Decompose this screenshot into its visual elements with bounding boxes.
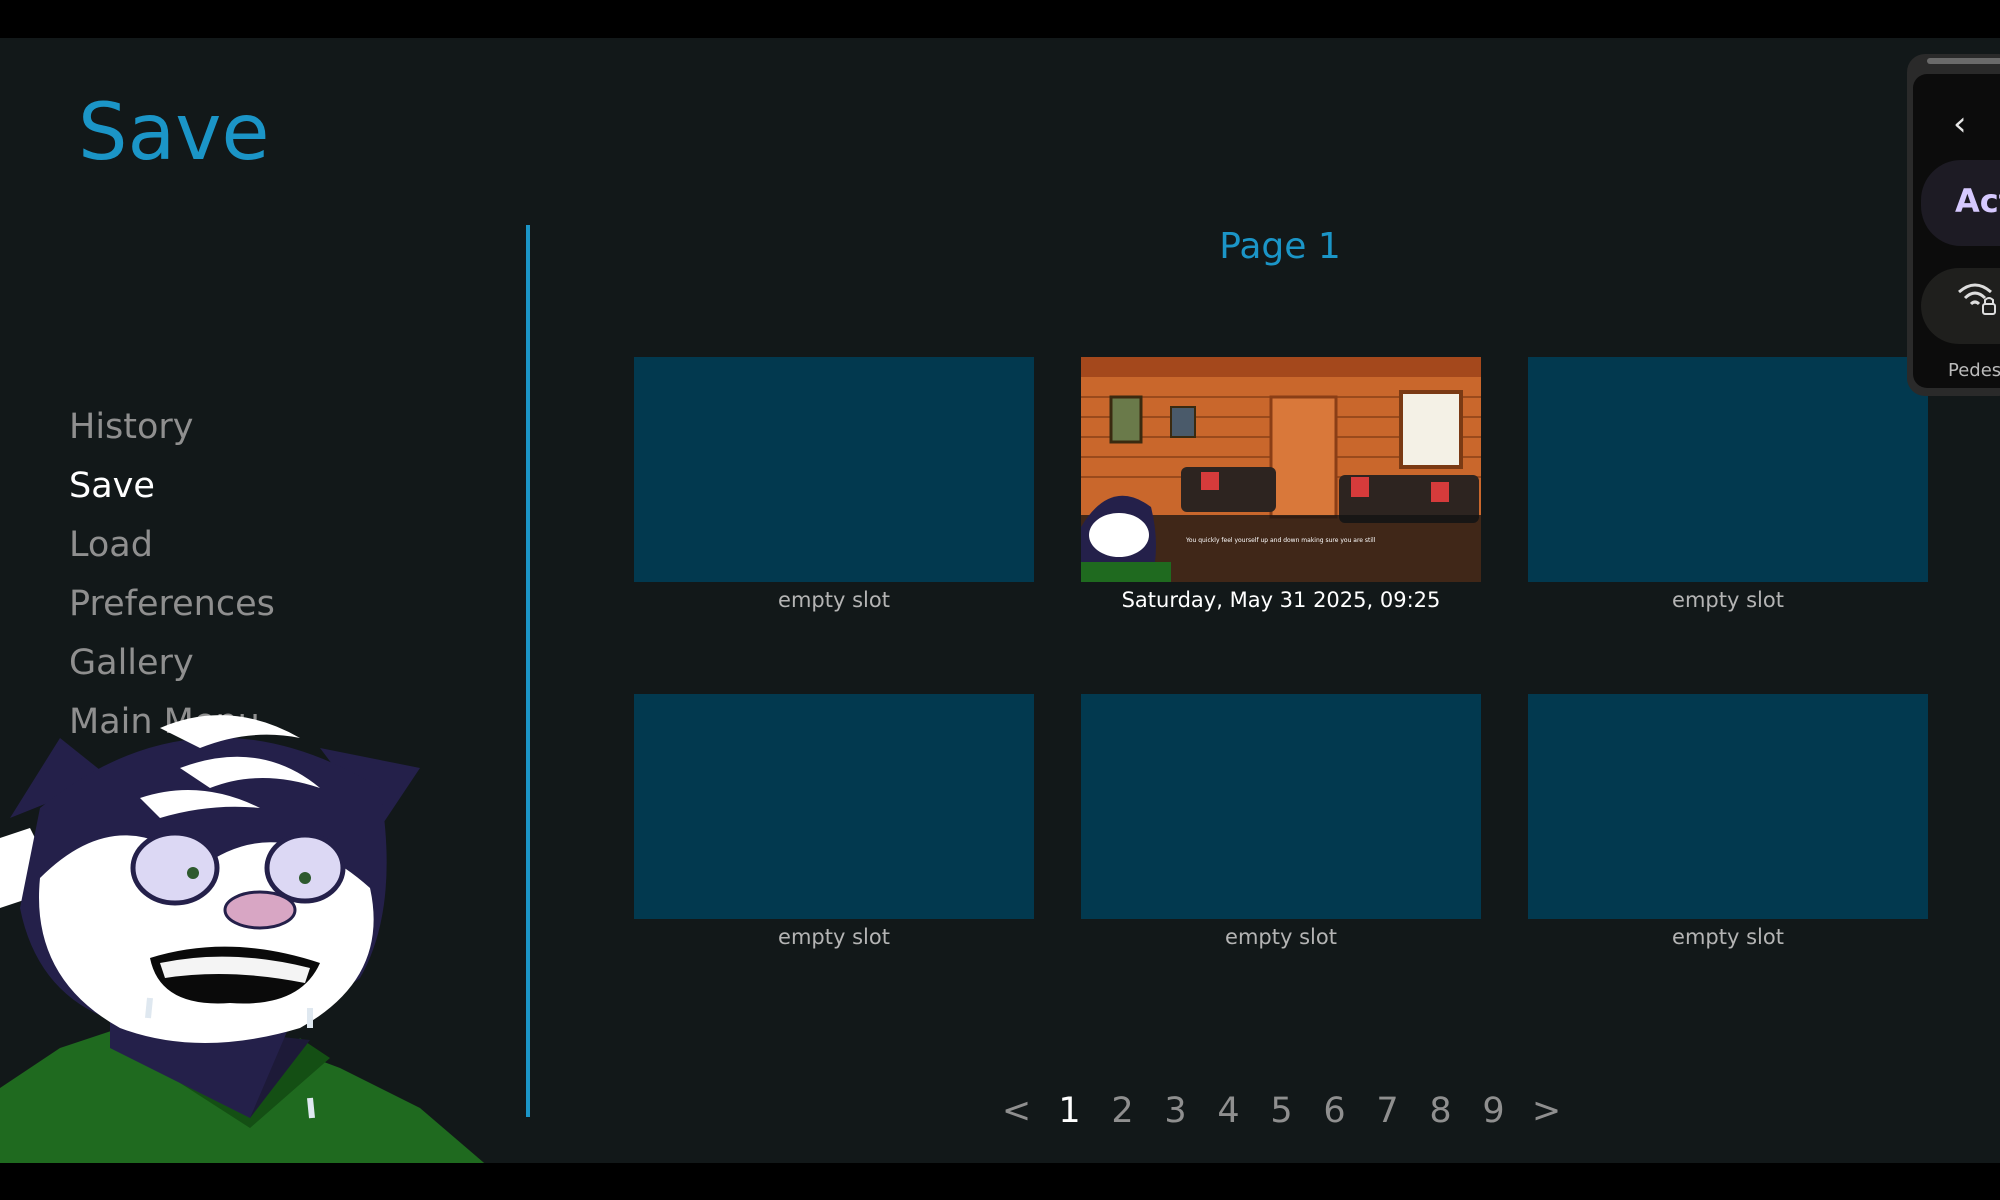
slot-thumbnail-saved: You quickly feel yourself up and down ma… xyxy=(1081,357,1481,582)
save-slot-1[interactable]: empty slot xyxy=(634,357,1034,615)
page-button-6[interactable]: 6 xyxy=(1308,1086,1361,1136)
slot-thumbnail xyxy=(1081,694,1481,919)
nav-item-history[interactable]: History xyxy=(69,398,275,457)
page-title: Page 1 xyxy=(1219,226,1341,267)
page-button-9[interactable]: 9 xyxy=(1467,1086,1520,1136)
slot-label: empty slot xyxy=(1672,588,1784,612)
page-button-8[interactable]: 8 xyxy=(1414,1086,1467,1136)
saved-scene-thumbnail: You quickly feel yourself up and down ma… xyxy=(1081,357,1481,582)
nav-item-load[interactable]: Load xyxy=(69,516,275,575)
page-navigation: < 1 2 3 4 5 6 7 8 9 > xyxy=(990,1086,1573,1136)
quick-settings-overlay: ‹ Act Pedes xyxy=(1907,54,2000,396)
save-slot-3[interactable]: empty slot xyxy=(1528,357,1928,615)
slot-label: empty slot xyxy=(778,925,890,949)
save-slot-5[interactable]: empty slot xyxy=(1081,694,1481,952)
page-button-2[interactable]: 2 xyxy=(1096,1086,1149,1136)
screen-title: Save xyxy=(78,88,270,178)
slot-label: empty slot xyxy=(1672,925,1784,949)
page-button-4[interactable]: 4 xyxy=(1202,1086,1255,1136)
save-slot-2[interactable]: You quickly feel yourself up and down ma… xyxy=(1081,357,1481,615)
page-button-5[interactable]: 5 xyxy=(1255,1086,1308,1136)
next-page-button[interactable]: > xyxy=(1520,1086,1573,1136)
slot-label: empty slot xyxy=(778,588,890,612)
slot-thumbnail xyxy=(1528,694,1928,919)
action-pill[interactable]: Act xyxy=(1921,160,2000,246)
slot-thumbnail xyxy=(634,694,1034,919)
prev-page-button[interactable]: < xyxy=(990,1086,1043,1136)
save-screen: Save History Save Load Preferences Galle… xyxy=(0,38,2000,1163)
chevron-left-icon[interactable]: ‹ xyxy=(1953,104,1967,144)
nav-item-save[interactable]: Save xyxy=(69,457,275,516)
overlay-small-text: Pedes xyxy=(1948,360,2000,381)
thumbnail-dialogue: You quickly feel yourself up and down ma… xyxy=(1185,537,1376,544)
quick-settings-panel: ‹ Act Pedes xyxy=(1913,74,2000,388)
character-portrait xyxy=(0,715,485,1163)
action-pill-label: Act xyxy=(1955,182,2000,220)
page-button-7[interactable]: 7 xyxy=(1361,1086,1414,1136)
slot-label: Saturday, May 31 2025, 09:25 xyxy=(1121,588,1441,612)
wifi-lock-icon xyxy=(1958,283,1996,315)
drag-handle[interactable] xyxy=(1927,58,2000,64)
save-slot-6[interactable]: empty slot xyxy=(1528,694,1928,952)
save-slot-4[interactable]: empty slot xyxy=(634,694,1034,952)
slot-label: empty slot xyxy=(1225,925,1337,949)
slot-thumbnail xyxy=(634,357,1034,582)
menu-divider xyxy=(526,225,530,1117)
page-button-3[interactable]: 3 xyxy=(1149,1086,1202,1136)
wifi-tile[interactable] xyxy=(1921,268,2000,344)
nav-item-preferences[interactable]: Preferences xyxy=(69,575,275,634)
slot-thumbnail xyxy=(1528,357,1928,582)
page-button-1[interactable]: 1 xyxy=(1043,1086,1096,1136)
